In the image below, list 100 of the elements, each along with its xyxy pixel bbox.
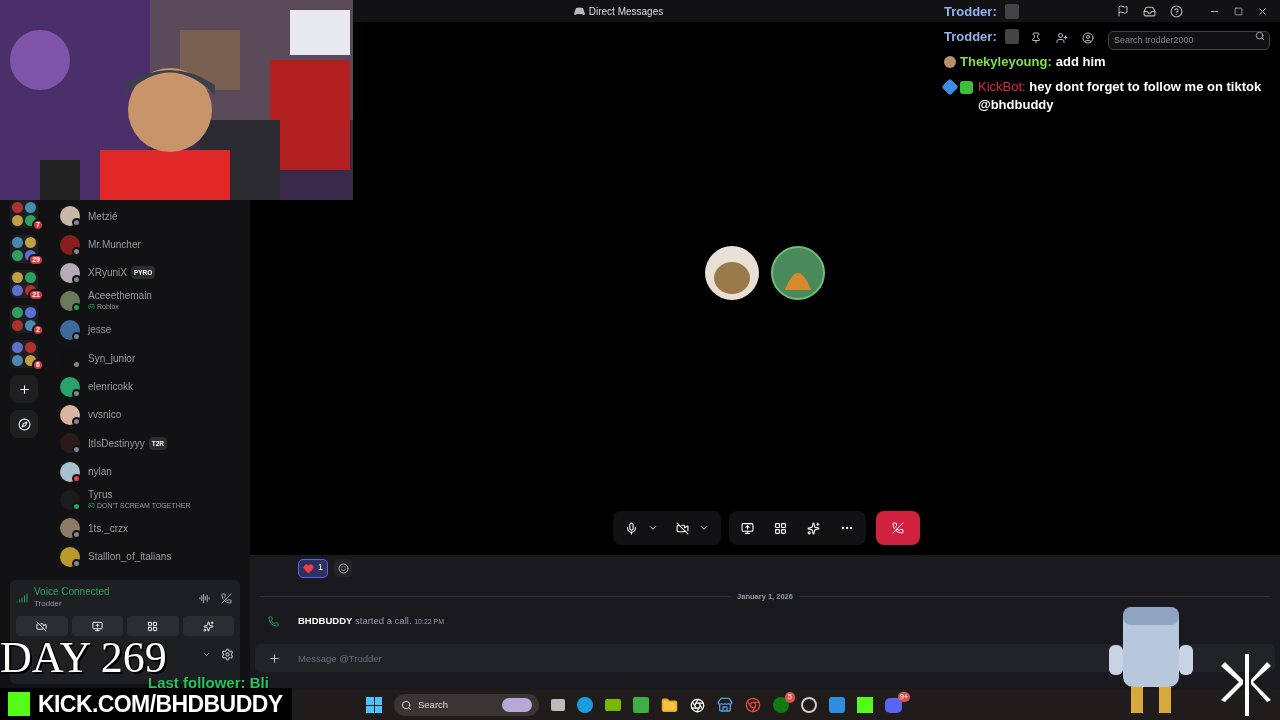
activities-button[interactable] bbox=[127, 616, 179, 636]
signal-icon bbox=[16, 592, 28, 604]
avatar bbox=[771, 245, 825, 300]
add-server-icon bbox=[17, 382, 31, 396]
hang-up-button[interactable] bbox=[875, 511, 920, 545]
flag-button[interactable] bbox=[1117, 5, 1129, 17]
dm-name: elenricokk bbox=[88, 381, 134, 393]
dm-item[interactable]: Mr.Muncher bbox=[56, 230, 250, 259]
settings-button[interactable] bbox=[221, 648, 234, 661]
noise-suppression-button[interactable] bbox=[196, 592, 212, 604]
soundboard-icon bbox=[202, 620, 214, 632]
screen-share-icon bbox=[91, 620, 103, 632]
soundboard-icon bbox=[806, 521, 820, 535]
pin-icon bbox=[1030, 32, 1042, 44]
camera-icon bbox=[675, 521, 689, 535]
voice-channel: Trodder bbox=[34, 598, 63, 610]
dm-item[interactable]: Syn_junior bbox=[56, 343, 250, 373]
mic-button[interactable] bbox=[624, 521, 638, 535]
activities-icon bbox=[147, 620, 159, 632]
phone-icon bbox=[268, 615, 279, 627]
screen-share-button[interactable] bbox=[740, 521, 754, 535]
soundboard-button[interactable] bbox=[182, 616, 234, 636]
avatar bbox=[60, 376, 80, 397]
chat-username: Trodder: bbox=[944, 27, 997, 46]
dm-item[interactable]: vvsnico bbox=[56, 400, 250, 430]
server-folder[interactable] bbox=[10, 200, 38, 228]
flag-icon bbox=[1117, 5, 1129, 17]
server-folder[interactable] bbox=[10, 305, 38, 333]
heart-icon bbox=[303, 562, 314, 574]
taskbar-search-field[interactable]: Search bbox=[394, 694, 539, 716]
dm-name: ItIsDestinyyy bbox=[88, 437, 145, 449]
hang-up-icon bbox=[891, 522, 904, 534]
caret-button[interactable] bbox=[698, 523, 709, 533]
server-folder[interactable] bbox=[10, 235, 38, 263]
window-title: Direct Messages bbox=[588, 4, 664, 19]
profile-button[interactable] bbox=[1082, 32, 1094, 44]
server-folder[interactable] bbox=[10, 340, 38, 368]
close-button[interactable] bbox=[1257, 5, 1268, 17]
store-icon[interactable] bbox=[717, 697, 733, 713]
avatar bbox=[60, 262, 80, 283]
dm-item[interactable]: 1ts._crzx bbox=[56, 514, 250, 543]
maximize-icon bbox=[1234, 6, 1243, 16]
chat-username: Thekyleyoung: bbox=[960, 53, 1052, 71]
avatar bbox=[60, 433, 80, 454]
camera-button[interactable] bbox=[675, 521, 689, 535]
settings-icon bbox=[221, 648, 234, 661]
server-folder[interactable] bbox=[10, 270, 38, 298]
avatar bbox=[60, 291, 80, 312]
dm-name: jesse bbox=[88, 324, 112, 336]
soundboard-button[interactable] bbox=[806, 521, 820, 535]
dm-name: Syn_junior bbox=[88, 352, 136, 364]
discover-icon bbox=[17, 417, 31, 431]
avatar bbox=[60, 319, 80, 340]
message-input[interactable]: Message @Trodder bbox=[255, 644, 1275, 673]
avatar bbox=[60, 461, 80, 482]
avatar bbox=[60, 490, 80, 511]
camera-icon bbox=[36, 620, 48, 632]
dm-name: XRyuniX bbox=[88, 267, 127, 279]
activities-button[interactable] bbox=[773, 521, 787, 535]
dm-name: nylan bbox=[88, 466, 112, 478]
add-friend-button[interactable] bbox=[1056, 32, 1068, 44]
dm-name: Aceeethemain bbox=[88, 290, 152, 302]
avatar bbox=[60, 518, 80, 539]
app-icon[interactable] bbox=[801, 697, 817, 713]
dm-item[interactable]: nylan bbox=[56, 457, 250, 486]
inbox-button[interactable] bbox=[1143, 4, 1156, 18]
search-icon bbox=[1255, 30, 1265, 41]
dm-name: Metzié bbox=[88, 210, 118, 222]
dm-item[interactable]: elenricokk bbox=[56, 372, 250, 401]
disconnect-button[interactable] bbox=[218, 592, 234, 604]
pin-button[interactable] bbox=[1030, 32, 1042, 44]
profile-icon bbox=[1082, 32, 1094, 44]
avatar bbox=[705, 245, 759, 300]
mic-icon bbox=[624, 521, 638, 535]
reaction-chip[interactable]: 1 bbox=[298, 558, 328, 578]
search-icon bbox=[401, 699, 412, 711]
caret-button[interactable] bbox=[647, 523, 658, 533]
screen-share-button[interactable] bbox=[71, 616, 123, 636]
caret-button[interactable] bbox=[202, 650, 211, 659]
add-attachment-icon[interactable] bbox=[268, 651, 281, 665]
add-server-button[interactable] bbox=[10, 375, 38, 403]
help-button[interactable] bbox=[1170, 4, 1183, 18]
dm-name: Tyrus bbox=[88, 489, 113, 501]
dm-item[interactable]: jesse bbox=[56, 315, 250, 344]
avatar bbox=[60, 404, 80, 425]
add-reaction-button[interactable] bbox=[334, 559, 352, 577]
avatar bbox=[60, 206, 80, 227]
search-highlight-icon bbox=[502, 698, 532, 712]
help-icon bbox=[1170, 4, 1183, 18]
avatar bbox=[60, 546, 80, 567]
dm-item[interactable]: Metzié bbox=[56, 202, 250, 231]
windows-icon[interactable] bbox=[366, 697, 382, 713]
folder-icon[interactable] bbox=[661, 696, 678, 714]
maximize-button[interactable] bbox=[1234, 6, 1243, 16]
avatar bbox=[60, 234, 80, 255]
dm-item[interactable]: Stallion_of_italians bbox=[56, 542, 250, 572]
activities-icon bbox=[773, 521, 787, 535]
search-field[interactable]: Search trodder2000 bbox=[1108, 30, 1270, 50]
close-icon bbox=[1257, 5, 1268, 17]
discover-button[interactable] bbox=[10, 410, 38, 438]
